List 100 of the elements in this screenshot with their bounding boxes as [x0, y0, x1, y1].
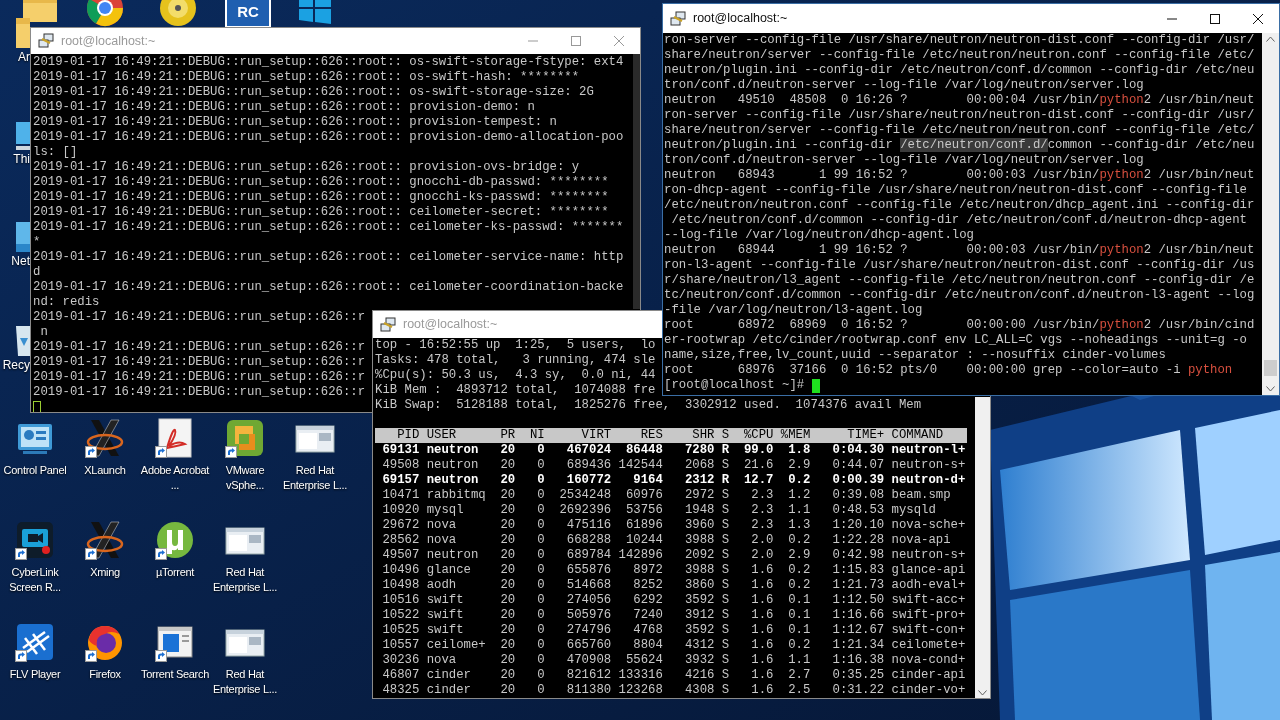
- terminal-line: nd: redis: [33, 295, 100, 310]
- terminal-line: ron-server --config-file /usr/share/neutron/neutron-dist.conf --config-dir /usr/: [664, 33, 1255, 48]
- terminal-line: share/neutron/server --config-file /etc/neutron/neutron.conf --config-file /etc/: [664, 48, 1255, 63]
- terminal-line: 2019-01-17 16:49:21::DEBUG::run_setup::626::root:: provision-demo: n: [33, 100, 535, 115]
- terminal-line: n: [39, 325, 48, 340]
- terminal-line: 2019-01-17 16:49:21::DEBUG::run_setup::626::root:: gnocchi-ks-passwd: ********: [33, 190, 609, 205]
- process-row-text: 10471 rabbitmq 20 0 2534248 60976 2972 S 2.3 1.2 0:39.08 beam.smp: [381, 488, 951, 503]
- process-row-text: 30236 nova 20 0 470908 55624 3932 S 1.6 1.1 1:16.38 nova-cond+: [381, 653, 966, 668]
- terminal-line: 2019-01-17 16:49:21::DEBUG::run_setup::626::r: [33, 385, 366, 400]
- process-row-text: 46807 cinder 20 0 821612 133316 4216 S 1.6 2.7 0:35.25 cinder-api: [381, 668, 966, 683]
- desktop-shortcut[interactable]: Adobe Acrobat ...: [140, 415, 210, 509]
- terminal-line: top - 16:52:55 up 1:25, 5 users, lo: [375, 338, 656, 353]
- terminal-line: share/neutron/server --config-file /etc/neutron/neutron.conf --config-file /etc/: [664, 123, 1255, 138]
- scroll-down-icon: [1266, 386, 1275, 392]
- shell-prompt: [root@localhost ~]#: [664, 378, 806, 393]
- window-title: root@localhost:~: [693, 10, 788, 28]
- terminal-line: r/share/neutron/l3_agent --config-file /etc/neutron/neutron.conf --config-dir /e: [664, 273, 1255, 288]
- scrollbar[interactable]: [1262, 33, 1279, 395]
- process-row-text: 48325 cinder 20 0 811380 123268 4308 S 1.6 2.5 0:31.22 cinder-vo+: [381, 683, 966, 698]
- desktop-shortcut[interactable]: VMware vSphe...: [210, 415, 280, 509]
- process-row-text: 69131 neutron 20 0 467024 86448 7280 R 99.0 1.8 0:04.30 neutron-l+: [381, 443, 966, 458]
- process-row-text: 10920 mysql 20 0 2692396 53756 1948 S 2.3 1.1 0:48.53 mysqld: [381, 503, 936, 518]
- scrollbar[interactable]: [975, 397, 990, 698]
- terminal-line: 2019-01-17 16:49:21::DEBUG::run_setup::626::r: [33, 310, 366, 325]
- process-row-text: 29672 nova 20 0 475116 61896 3960 S 2.3 1.3 1:20.10 nova-sche+: [381, 518, 966, 533]
- terminal-line: 2019-01-17 16:49:21::DEBUG::run_setup::626::root:: ceilometer-secret: ********: [33, 205, 609, 220]
- terminal-line: neutron/plugin.ini --config-dir /etc/neutron/conf.d/common --config-dir /etc/neu: [664, 63, 1255, 78]
- terminal-line: tc/neutron/conf.d/common --config-dir /etc/neutron/conf.d/neutron-l3-agent --log: [664, 288, 1255, 303]
- terminal-line: ron-dhcp-agent --config-file /usr/share/neutron/neutron-dist.conf --config-file: [664, 183, 1247, 198]
- terminal-line: 2019-01-17 16:49:21::DEBUG::run_setup::626::r: [33, 370, 366, 385]
- desktop-shortcut[interactable]: XLaunch: [70, 415, 140, 509]
- rc-logo-icon[interactable]: RC: [225, 0, 271, 28]
- window-title: root@localhost:~: [403, 316, 498, 334]
- process-row-text: 10525 swift 20 0 274796 4768 3592 S 1.6 0.1 1:12.67 swift-con+: [381, 623, 966, 638]
- utorrent-logo-icon: [155, 520, 195, 560]
- desktop-shortcut[interactable]: Red Hat Enterprise L...: [280, 415, 350, 509]
- scroll-down-icon: [978, 690, 987, 696]
- process-row-text: 49507 neutron 20 0 689784 142896 2092 S 2.0 2.9 0:42.98 neutron-s+: [381, 548, 966, 563]
- terminal-line: 2019-01-17 16:49:21::DEBUG::run_setup::626::root:: provision-demo-allocation-poo: [33, 130, 624, 145]
- terminal-line: 2019-01-17 16:49:21::DEBUG::run_setup::626::root:: ceilometer-ks-passwd: *******: [33, 220, 624, 235]
- terminal-line: d: [33, 265, 41, 280]
- terminal-line: root 68972 68969 0 16:52 ? 00:00:00 /usr/bin/python2 /usr/bin/cind: [664, 318, 1255, 333]
- pdf-document-icon: [155, 418, 195, 458]
- process-row-text: 69157 neutron 20 0 160772 9164 2312 R 12.7 0.2 0:00.39 neutron-d+: [381, 473, 966, 488]
- process-row-text: 28562 nova 20 0 668288 10244 3988 S 2.0 0.2 1:22.28 nova-api: [381, 533, 951, 548]
- terminal-line: neutron 49510 48508 0 16:26 ? 00:00:04 /usr/bin/python2 /usr/bin/neut: [664, 93, 1255, 108]
- terminal-line: *: [33, 235, 41, 250]
- putty-icon: [38, 33, 54, 49]
- desktop-shortcut[interactable]: FLV Player: [0, 619, 70, 713]
- maximize-icon: [570, 36, 581, 46]
- desktop-shortcut[interactable]: Red Hat Enterprise L...: [210, 619, 280, 713]
- grid-tile-icon: [15, 622, 55, 662]
- desktop-icon-label: Recy: [2, 358, 30, 373]
- terminal-line: tron/conf.d/neutron-server --log-file /var/log/neutron/server.log: [664, 78, 1144, 93]
- desktop-shortcut[interactable]: Torrent Search: [140, 619, 210, 713]
- terminal-line: 2019-01-17 16:49:21::DEBUG::run_setup::626::root:: provision-tempest: n: [33, 115, 557, 130]
- terminal-line: root 68976 37166 0 16:52 pts/0 00:00:00 grep --color=auto -i python: [664, 363, 1233, 378]
- terminal-line: er-rootwrap /etc/cinder/rootwrap.conf env LC_ALL=C vgs --noheadings --unit=g -o: [664, 333, 1247, 348]
- terminal-line: --log-file /var/log/neutron/dhcp-agent.log: [664, 228, 974, 243]
- terminal-line: tron/conf.d/neutron-server --log-file /var/log/neutron/server.log: [664, 153, 1144, 168]
- scrollbar[interactable]: [633, 54, 640, 309]
- terminal-line: 2019-01-17 16:49:21::DEBUG::run_setup::626::r: [33, 355, 366, 370]
- process-row-text: 10557 ceilome+ 20 0 665760 8804 4312 S 1.6 0.2 1:21.34 ceilomete+: [381, 638, 966, 653]
- scroll-thumb[interactable]: [1264, 360, 1277, 376]
- terminal-line: /etc/neutron/conf.d/common --config-dir /etc/neutron/conf.d/neutron-dhcp-agent: [670, 213, 1247, 228]
- terminal-line: ron-l3-agent --config-file /usr/share/neutron/neutron-dist.conf --config-dir /us: [664, 258, 1255, 273]
- terminal-line: neutron/plugin.ini --config-dir /etc/neutron/conf.d/common --config-dir /etc/neu: [664, 138, 1255, 153]
- close-icon: [613, 36, 624, 46]
- desktop-icon-label: Ar: [18, 50, 30, 65]
- desktop-shortcut[interactable]: Control Panel: [0, 415, 70, 509]
- maximize-icon: [1209, 13, 1220, 24]
- vmware-logo-icon: [225, 418, 265, 458]
- putty-icon: [380, 316, 396, 333]
- table-header: PID USER PR NI VIRT RES SHR S %CPU %MEM TIME+ COMMAND: [375, 428, 967, 443]
- terminal-line: /etc/neutron/neutron.conf --config-file /etc/neutron/dhcp_agent.ini --config-dir: [664, 198, 1255, 213]
- terminal-line: %Cpu(s): 50.3 us, 4.3 sy, 0.0 ni, 44: [375, 368, 656, 383]
- terminal-line: ls: []: [33, 145, 78, 160]
- desktop-shortcut[interactable]: Xming: [70, 517, 140, 611]
- terminal-line: neutron 68943 1 99 16:52 ? 00:00:03 /usr/bin/python2 /usr/bin/neut: [664, 168, 1255, 183]
- process-row-text: 49508 neutron 20 0 689436 142544 2068 S 21.6 2.9 0:44.07 neutron-s+: [381, 458, 966, 473]
- terminal-line: 2019-01-17 16:49:21::DEBUG::run_setup::626::root:: ceilometer-service-name: http: [33, 250, 624, 265]
- desktop-icon-label: Net: [11, 254, 30, 269]
- desktop-shortcut[interactable]: Firefox: [70, 619, 140, 713]
- desktop-icon-label: Thi: [13, 152, 30, 167]
- putty-icon: [670, 10, 686, 27]
- terminal-line: -file /var/log/neutron/l3-agent.log: [664, 303, 923, 318]
- terminal-line: KiB Swap: 5128188 total, 1825276 free, 3302912 used. 1074376 avail Mem: [375, 398, 922, 413]
- process-row-text: 10496 glance 20 0 655876 8972 3988 S 1.6 0.2 1:15.83 glance-api: [381, 563, 966, 578]
- desktop-shortcut[interactable]: µTorrent: [140, 517, 210, 611]
- terminal-line: 2019-01-17 16:49:21::DEBUG::run_setup::626::root:: os-swift-storage-size: 2G: [33, 85, 594, 100]
- terminal-line: 2019-01-17 16:49:21::DEBUG::run_setup::626::root:: ceilometer-coordination-backe: [33, 280, 624, 295]
- close-icon: [1252, 13, 1263, 24]
- process-row-text: 10516 swift 20 0 274056 6292 3592 S 1.6 0.1 1:12.50 swift-acc+: [381, 593, 966, 608]
- terminal-line: Tasks: 478 total, 3 running, 474 sle: [375, 353, 656, 368]
- terminal-line: ron-server --config-file /usr/share/neutron/neutron-dist.conf --config-dir /usr/: [664, 108, 1255, 123]
- terminal-line: 2019-01-17 16:49:21::DEBUG::run_setup::626::r: [33, 340, 366, 355]
- desktop-shortcut[interactable]: CyberLink Screen R...: [0, 517, 70, 611]
- scroll-up-icon: [1266, 36, 1275, 42]
- window-title: root@localhost:~: [61, 32, 156, 50]
- desktop-shortcut[interactable]: Red Hat Enterprise L...: [210, 517, 280, 611]
